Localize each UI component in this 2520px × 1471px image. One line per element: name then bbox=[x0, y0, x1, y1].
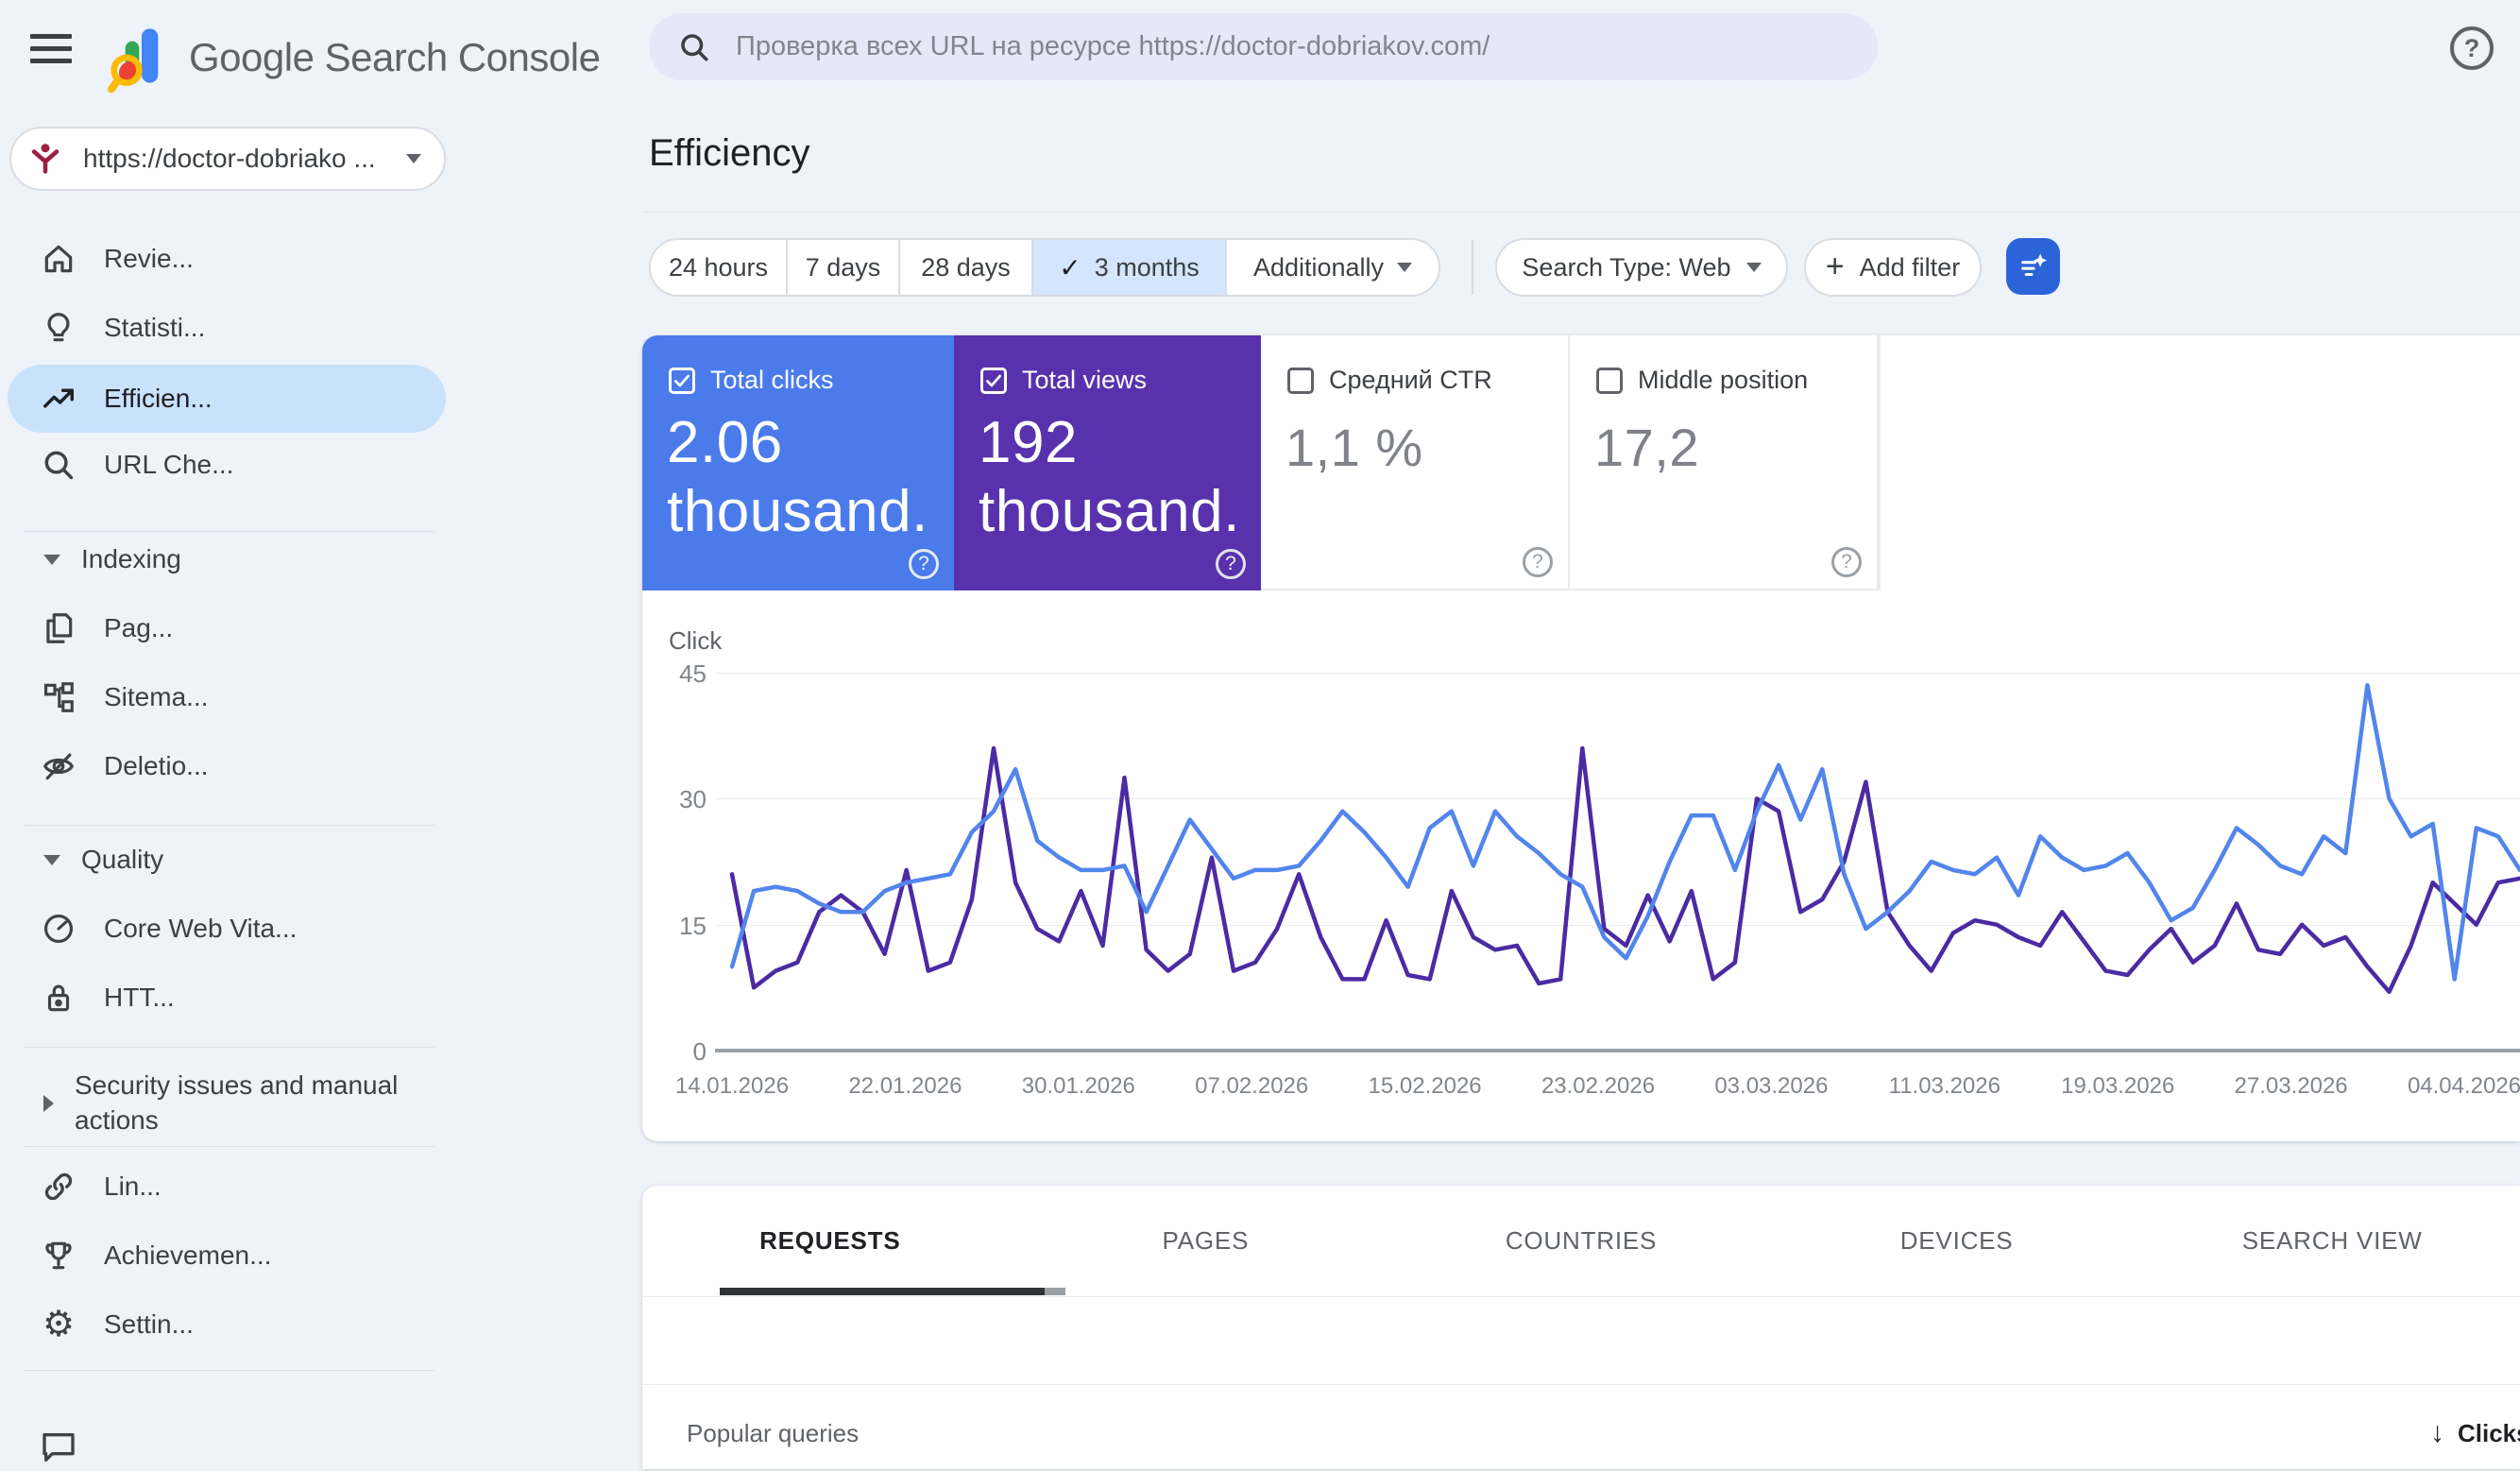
search-placeholder: Проверка всех URL на ресурсе https://doc… bbox=[736, 31, 1490, 61]
sort-column-label: Clicks bbox=[2458, 1418, 2520, 1447]
table-header-popular-queries: Popular queries bbox=[687, 1419, 860, 1447]
sidebar-item-label: HTT... bbox=[104, 983, 175, 1012]
tab-search-view[interactable]: SEARCH VIEW bbox=[2144, 1186, 2520, 1296]
tab-requests[interactable]: REQUESTS bbox=[642, 1186, 1018, 1296]
active-tab-indicator-nub bbox=[1045, 1288, 1065, 1295]
url-inspection-search-input[interactable]: Проверка всех URL на ресурсе https://doc… bbox=[649, 13, 1878, 80]
sidebar-divider bbox=[24, 1047, 434, 1048]
sidebar-item-label: Security issues and manual actions bbox=[75, 1070, 399, 1135]
property-selector[interactable]: https://doctor-dobriako ... bbox=[9, 127, 446, 191]
performance-line-chart[interactable] bbox=[642, 335, 2520, 1141]
add-filter-label: Add filter bbox=[1859, 252, 1961, 282]
active-tab-indicator bbox=[720, 1288, 1045, 1295]
date-range-segmented-control: 24 hours 7 days 28 days ✓ 3 months Addit… bbox=[649, 238, 1440, 297]
filter-divider bbox=[1472, 240, 1473, 295]
sitemap-icon bbox=[40, 678, 77, 716]
sidebar-item-sitemaps[interactable]: Sitema... bbox=[0, 663, 451, 731]
table-header-clicks-sort[interactable]: ↓ Clicks bbox=[2430, 1417, 2520, 1449]
collapse-triangle-icon bbox=[43, 854, 60, 865]
sidebar-item-achievements[interactable]: Achievemen... bbox=[0, 1222, 451, 1290]
chevron-down-icon bbox=[406, 154, 421, 163]
help-icon[interactable]: ? bbox=[2450, 26, 2494, 70]
tab-devices[interactable]: DEVICES bbox=[1769, 1186, 2145, 1296]
sidebar-item-label: Efficien... bbox=[104, 384, 213, 413]
range-label: Additionally bbox=[1252, 252, 1385, 282]
section-label: Quality bbox=[81, 845, 164, 874]
sidebar-item-label: Achievemen... bbox=[104, 1240, 272, 1270]
range-3-months-button[interactable]: ✓ 3 months bbox=[1033, 240, 1227, 295]
trophy-icon bbox=[40, 1237, 77, 1274]
collapse-triangle-icon bbox=[43, 554, 60, 565]
sidebar-item-label: Lin... bbox=[104, 1172, 162, 1201]
link-icon bbox=[40, 1168, 77, 1206]
sidebar-item-label: Core Web Vita... bbox=[104, 914, 298, 943]
site-favicon bbox=[23, 136, 68, 181]
tabs-divider bbox=[642, 1296, 2520, 1297]
sidebar-item-label: Sitema... bbox=[104, 682, 209, 711]
plus-icon: + bbox=[1825, 248, 1845, 284]
sidebar-item-deletions[interactable]: Deletio... bbox=[0, 732, 451, 800]
search-icon bbox=[681, 33, 708, 61]
range-additionally-button[interactable]: Additionally bbox=[1227, 240, 1439, 295]
sidebar-divider bbox=[24, 1146, 434, 1147]
chevron-down-icon bbox=[1397, 263, 1413, 272]
performance-panel: Total clicks 2.06 thousand. ? Total view… bbox=[642, 335, 2520, 1141]
search-icon bbox=[40, 446, 77, 484]
sidebar-item-pages[interactable]: Pag... bbox=[0, 594, 451, 662]
chevron-down-icon bbox=[1745, 263, 1762, 272]
sidebar-item-label: Settin... bbox=[104, 1309, 194, 1339]
range-label: 28 days bbox=[921, 252, 1011, 282]
filter-sparkle-icon bbox=[2020, 253, 2047, 277]
sidebar: https://doctor-dobriako ... Revie... Sta… bbox=[0, 0, 453, 1462]
dimensions-panel: REQUESTS PAGES COUNTRIES DEVICES SEARCH … bbox=[642, 1186, 2520, 1469]
sort-descending-icon: ↓ bbox=[2430, 1417, 2444, 1448]
filter-bar: 24 hours 7 days 28 days ✓ 3 months Addit… bbox=[0, 238, 2520, 297]
trending-up-icon bbox=[40, 380, 77, 418]
sidebar-item-efficiency[interactable]: Efficien... bbox=[8, 365, 446, 433]
sidebar-item-label: Statisti... bbox=[104, 313, 206, 342]
sidebar-section-quality[interactable]: Quality bbox=[0, 826, 451, 894]
page-title: Efficiency bbox=[649, 132, 810, 174]
expand-triangle-icon bbox=[43, 1095, 54, 1112]
add-filter-button[interactable]: + Add filter bbox=[1804, 238, 1982, 297]
range-24-hours-button[interactable]: 24 hours bbox=[651, 240, 788, 295]
range-7-days-button[interactable]: 7 days bbox=[788, 240, 900, 295]
sidebar-item-statistics[interactable]: Statisti... bbox=[0, 294, 451, 362]
tab-pages[interactable]: PAGES bbox=[1018, 1186, 1394, 1296]
gauge-icon bbox=[40, 910, 77, 948]
sidebar-item-security-issues[interactable]: Security issues and manual actions bbox=[0, 1058, 451, 1149]
sidebar-item-label: URL Che... bbox=[104, 450, 234, 479]
sidebar-item-label: Pag... bbox=[104, 613, 174, 642]
check-icon: ✓ bbox=[1059, 252, 1081, 282]
sidebar-item-label: Deletio... bbox=[104, 751, 209, 780]
range-label: 24 hours bbox=[668, 252, 769, 282]
gear-icon: ⚙ bbox=[42, 1305, 76, 1344]
pages-icon bbox=[40, 609, 77, 647]
search-type-label: Search Type: Web bbox=[1522, 252, 1731, 282]
sidebar-item-settings[interactable]: ⚙ Settin... bbox=[0, 1291, 451, 1359]
lock-icon bbox=[40, 979, 77, 1017]
section-label: Indexing bbox=[81, 544, 181, 573]
range-28-days-button[interactable]: 28 days bbox=[900, 240, 1033, 295]
search-type-dropdown[interactable]: Search Type: Web bbox=[1495, 238, 1788, 297]
sidebar-divider bbox=[24, 1370, 434, 1371]
google-search-console-app: { "topbar": { "logo_text": "Google Searc… bbox=[0, 0, 2520, 1469]
smart-filter-button[interactable] bbox=[2006, 238, 2060, 295]
sidebar-item-links[interactable]: Lin... bbox=[0, 1153, 451, 1221]
range-label: 3 months bbox=[1094, 252, 1200, 282]
sidebar-item-core-web-vitals[interactable]: Core Web Vita... bbox=[0, 895, 451, 963]
sidebar-section-indexing[interactable]: Indexing bbox=[0, 525, 451, 593]
range-label: 7 days bbox=[805, 252, 881, 282]
tab-countries[interactable]: COUNTRIES bbox=[1393, 1186, 1769, 1296]
table-header-divider bbox=[642, 1384, 2520, 1385]
dimension-tabs: REQUESTS PAGES COUNTRIES DEVICES SEARCH … bbox=[642, 1186, 2520, 1296]
title-divider bbox=[642, 212, 2520, 213]
sidebar-item-https[interactable]: HTT... bbox=[0, 964, 451, 1032]
eye-off-icon bbox=[40, 747, 77, 785]
property-url: https://doctor-dobriako ... bbox=[83, 144, 376, 173]
feedback-icon[interactable] bbox=[40, 1428, 77, 1471]
lightbulb-icon bbox=[40, 309, 77, 347]
sidebar-item-url-check[interactable]: URL Che... bbox=[0, 431, 451, 499]
